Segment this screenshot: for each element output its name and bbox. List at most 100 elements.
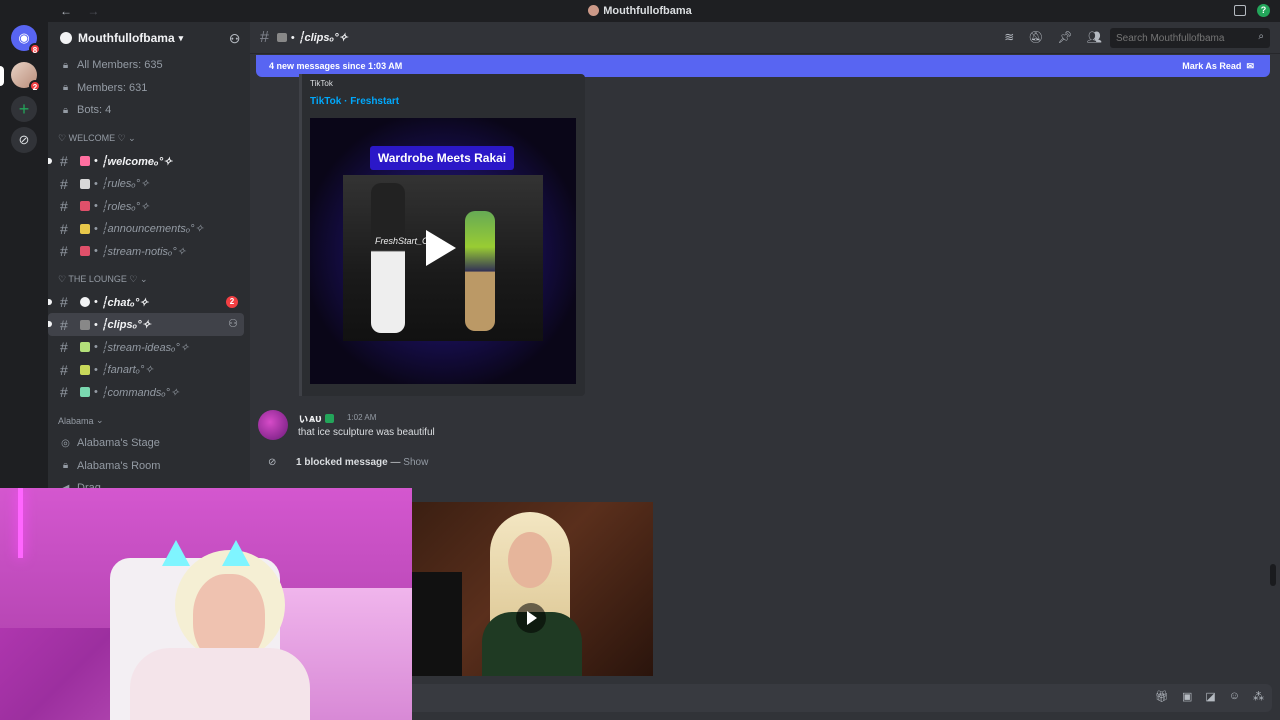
hash-icon: # bbox=[260, 28, 269, 46]
selected-server-pill bbox=[0, 66, 4, 86]
server-avatar-icon bbox=[588, 5, 600, 16]
mark-as-read-button[interactable]: Mark As Read ✉ bbox=[1182, 61, 1254, 72]
author-name: ぃѧᴜ bbox=[298, 413, 322, 425]
channel-header: # • ┆clipsₒ°✧ ≋ 🔕︎ 📌︎ 👥︎ ⌕ bbox=[250, 22, 1280, 54]
tiktok-embed: TikTok TikTok · Freshstart Wardrobe Meet… bbox=[299, 74, 585, 396]
video-caption: Wardrobe Meets Rakai bbox=[370, 146, 514, 170]
pin-icon[interactable]: 📌︎ bbox=[1058, 30, 1073, 44]
category-welcome[interactable]: ♡ WELCOME ♡ ⌄ bbox=[48, 128, 250, 150]
avatar[interactable] bbox=[258, 410, 288, 440]
apps-icon[interactable]: ⁂ bbox=[1253, 690, 1264, 703]
window-title: Mouthfullofbama bbox=[0, 5, 1280, 17]
chevron-down-icon: ⌄ bbox=[140, 274, 148, 285]
hash-icon: # bbox=[60, 316, 68, 333]
hash-icon: # bbox=[60, 361, 68, 378]
sticker-icon[interactable]: ◪ bbox=[1205, 690, 1215, 703]
emoji-icon[interactable]: ☺ bbox=[1229, 690, 1240, 703]
mention-badge: 2 bbox=[226, 295, 238, 308]
chevron-down-icon: ⌄ bbox=[128, 133, 136, 144]
category-label: ♡ THE LOUNGE ♡ bbox=[58, 274, 138, 285]
channel-name: Alabama's Stage bbox=[77, 437, 160, 450]
message-timestamp: 1:02 AM bbox=[347, 413, 377, 422]
stat-bots[interactable]: 🔒︎ Bots: 4 bbox=[48, 99, 250, 122]
embed-video[interactable]: Wardrobe Meets Rakai FreshStart_Clips bbox=[310, 118, 576, 384]
blocked-separator: — bbox=[387, 457, 404, 468]
gif-icon[interactable]: ▣ bbox=[1182, 690, 1192, 703]
stat-label: All Members: 635 bbox=[77, 59, 163, 72]
video-attachment[interactable] bbox=[412, 502, 653, 676]
server-badge: 2 bbox=[29, 80, 41, 92]
help-icon[interactable]: ? bbox=[1257, 4, 1270, 17]
cam-streamer-body bbox=[130, 648, 310, 720]
inbox-icon[interactable] bbox=[1234, 5, 1246, 16]
direct-messages-button[interactable]: ◉ 8 bbox=[11, 25, 41, 55]
hash-icon: # bbox=[60, 153, 68, 170]
message-text: that ice sculpture was beautiful bbox=[298, 427, 435, 438]
unread-indicator bbox=[48, 298, 52, 305]
stage-icon: ◎ bbox=[61, 437, 70, 449]
scrollbar-thumb[interactable] bbox=[1270, 564, 1276, 586]
embed-title-link[interactable]: TikTok · Freshstart bbox=[310, 96, 399, 107]
server-settings-icon bbox=[60, 32, 72, 44]
invite-icon[interactable]: ⚇ bbox=[229, 32, 240, 46]
channel-name: ┆chatₒ°✧ bbox=[100, 296, 149, 309]
channel-stream-ideas[interactable]: # • ┆stream-ideasₒ°✧ bbox=[48, 336, 244, 359]
channel-name: ┆stream-notisₒ°✧ bbox=[100, 245, 187, 258]
channel-title: ┆clipsₒ°✧ bbox=[297, 32, 348, 44]
stat-label: Members: 631 bbox=[77, 81, 148, 94]
dm-badge: 8 bbox=[29, 43, 41, 55]
channel-stream-notis[interactable]: # • ┆stream-notisₒ°✧ bbox=[48, 240, 244, 263]
add-server-icon[interactable]: + bbox=[11, 96, 37, 122]
channel-announcements[interactable]: # • ┆announcementsₒ°✧ bbox=[48, 218, 244, 241]
cat-ear-right bbox=[222, 540, 250, 566]
stat-members[interactable]: 🔒︎ Members: 631 bbox=[48, 77, 250, 100]
lock-icon: 🔒︎ bbox=[62, 104, 69, 116]
channel-emoji-icon bbox=[80, 342, 90, 353]
channel-emoji-icon bbox=[80, 364, 90, 375]
channel-chat[interactable]: # • ┆chatₒ°✧ 2 bbox=[48, 291, 244, 314]
hash-icon: # bbox=[60, 384, 68, 401]
server-icon-mouthfullofbama[interactable]: 2 bbox=[11, 62, 41, 92]
channel-emoji-icon bbox=[276, 33, 287, 42]
category-lounge[interactable]: ♡ THE LOUNGE ♡ ⌄ bbox=[48, 269, 250, 291]
stage-channel[interactable]: ◎ Alabama's Stage bbox=[48, 432, 250, 455]
blocked-count: 1 blocked message bbox=[296, 457, 388, 468]
header-toolbar: ≋ 🔕︎ 📌︎ 👥︎ bbox=[1004, 30, 1102, 44]
channel-commands[interactable]: # • ┆commandsₒ°✧ bbox=[48, 381, 244, 404]
channel-rules[interactable]: # • ┆rulesₒ°✧ bbox=[48, 172, 244, 195]
channel-name: ┆stream-ideasₒ°✧ bbox=[100, 341, 190, 354]
channel-name: ┆rulesₒ°✧ bbox=[100, 178, 150, 191]
embed-provider: TikTok bbox=[310, 79, 333, 88]
video-person bbox=[465, 211, 495, 331]
notification-bell-icon[interactable]: 🔕︎ bbox=[1028, 30, 1043, 44]
channel-name: ┆clipsₒ°✧ bbox=[100, 319, 151, 332]
gift-icon[interactable]: 🎁︎ bbox=[1155, 690, 1169, 703]
channel-roles[interactable]: # • ┆rolesₒ°✧ bbox=[48, 195, 244, 218]
create-invite-icon[interactable]: ⚇ bbox=[228, 317, 238, 330]
member-list-icon[interactable]: 👥︎ bbox=[1087, 30, 1102, 44]
threads-icon[interactable]: ≋ bbox=[1004, 30, 1014, 44]
channel-emoji-icon bbox=[80, 201, 90, 212]
video-person-face bbox=[508, 532, 552, 588]
server-name: Mouthfullofbama bbox=[78, 31, 175, 45]
category-alabama[interactable]: Alabama ⌄ bbox=[48, 410, 250, 432]
channel-clips[interactable]: # • ┆clipsₒ°✧ ⚇ bbox=[48, 313, 244, 336]
play-icon[interactable] bbox=[516, 603, 546, 633]
show-blocked-link[interactable]: Show bbox=[403, 457, 428, 468]
play-icon[interactable] bbox=[426, 230, 456, 266]
stat-all-members[interactable]: 🔒︎ All Members: 635 bbox=[48, 54, 250, 77]
channel-welcome[interactable]: # • ┆welcomeₒ°✧ bbox=[48, 150, 244, 173]
blocked-icon: ⊘ bbox=[268, 457, 277, 468]
channel-fanart[interactable]: # • ┆fanartₒ°✧ bbox=[48, 359, 244, 382]
hash-icon: # bbox=[60, 294, 68, 311]
search-input[interactable] bbox=[1110, 28, 1270, 48]
discover-icon[interactable]: ⊘ bbox=[11, 127, 37, 153]
channel-emoji-icon bbox=[80, 319, 90, 330]
message-author[interactable]: ぃѧᴜ bbox=[298, 410, 334, 426]
locked-room-channel[interactable]: 🔒︎ Alabama's Room bbox=[48, 454, 250, 477]
channel-emoji-icon bbox=[80, 246, 90, 257]
channel-emoji-icon bbox=[80, 156, 90, 167]
new-messages-text: 4 new messages since 1:03 AM bbox=[269, 61, 403, 71]
server-header[interactable]: Mouthfullofbama ▾ ⚇ bbox=[48, 22, 250, 54]
channel-name: Alabama's Room bbox=[77, 459, 161, 472]
